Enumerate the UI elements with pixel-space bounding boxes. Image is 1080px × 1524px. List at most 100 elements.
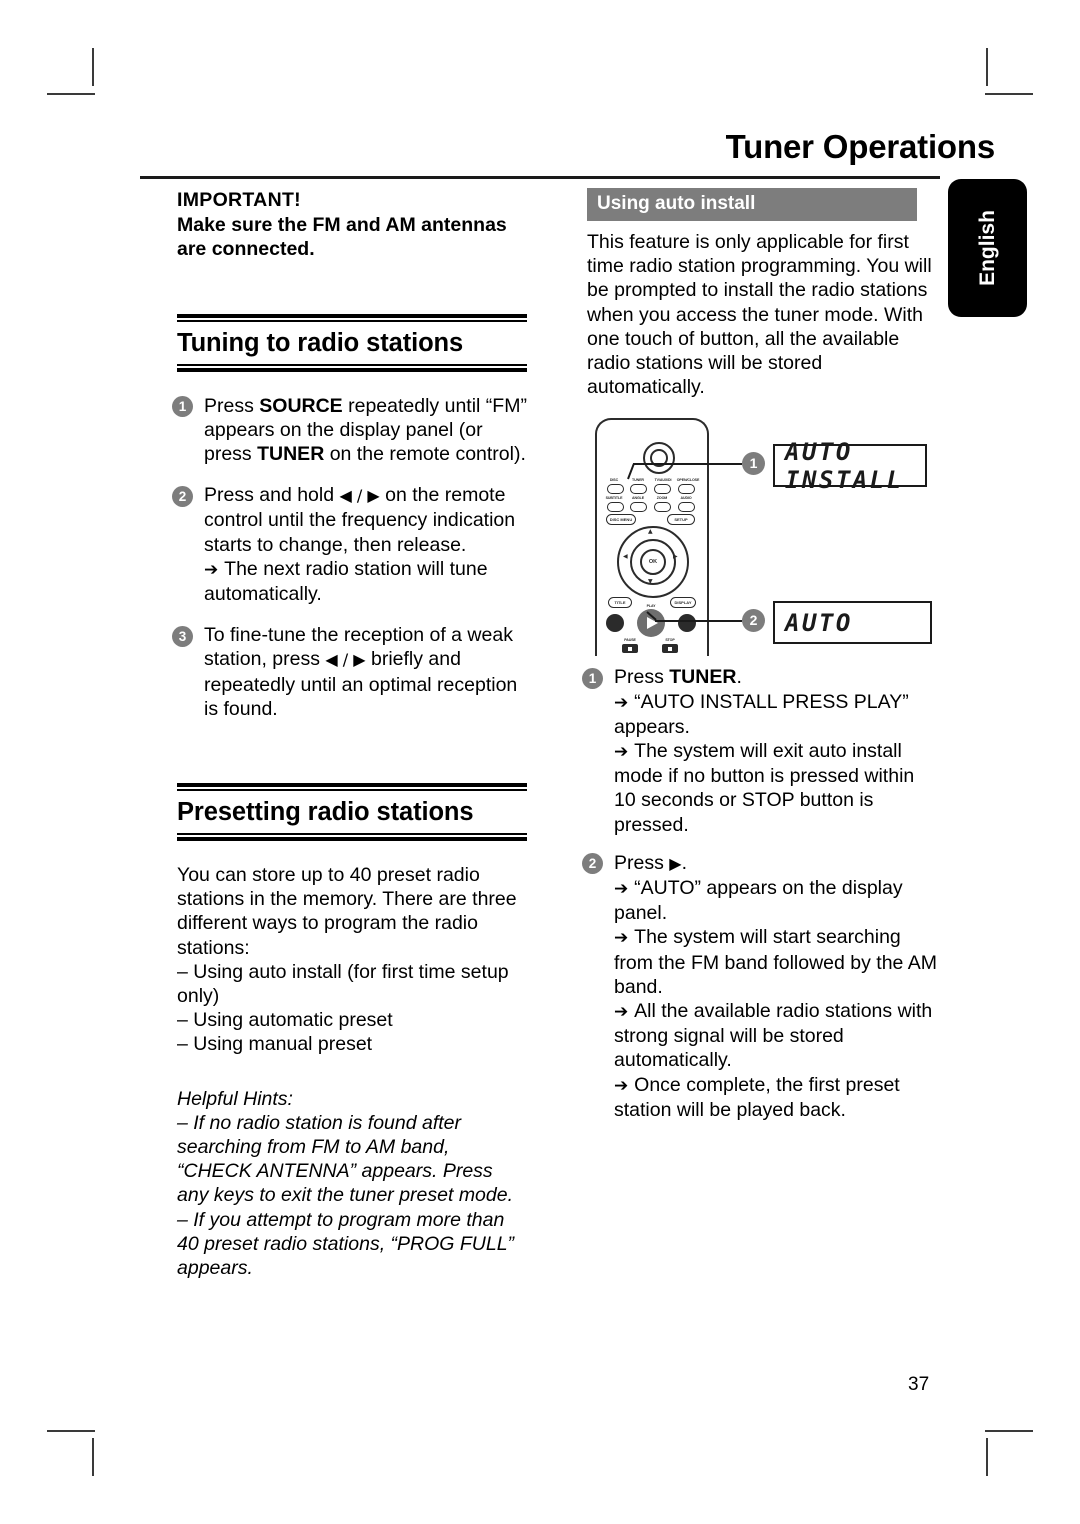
remote-button-disc-menu[interactable]: DISC MENU (606, 514, 636, 525)
remote-button-disc[interactable] (607, 484, 624, 494)
remote-button-open-close[interactable] (678, 484, 695, 494)
important-heading: IMPORTANT! (177, 189, 301, 211)
callout-number-2: 2 (742, 609, 765, 632)
step-text: Press SOURCE repeatedly until “FM” appea… (204, 395, 527, 465)
step-note: ➔ All the available radio stations with … (614, 999, 937, 1073)
step-item: 2 Press and hold ◀ / ▶ on the remote cont… (172, 483, 527, 606)
title-divider (140, 176, 940, 179)
remote-label-disc: DISC (609, 478, 619, 482)
step-text: Press TUNER. (614, 666, 742, 688)
section-presetting-heading: Presetting radio stations (177, 782, 527, 841)
nav-left-icon[interactable]: ◀ (623, 553, 628, 560)
callout-leader-1 (633, 463, 742, 465)
section-tuning-heading: Tuning to radio stations (177, 313, 527, 372)
step-note-text: All the available radio stations with st… (614, 1000, 933, 1072)
list-item: – Using automatic preset (177, 1009, 393, 1032)
arrow-right-icon: ➔ (614, 1075, 635, 1096)
crop-mark-bottom-right-h (985, 1430, 1033, 1432)
lcd-display-2-text: AUTO (785, 608, 853, 637)
step-item: 1 Press TUNER. ➔ “AUTO INSTALL PRESS PLAY”… (582, 665, 937, 837)
step-text-run: . (681, 851, 687, 874)
crop-mark-top-left-v (92, 48, 94, 86)
step-text-run: ▶ (669, 853, 682, 873)
remote-button-pause[interactable] (622, 644, 638, 653)
step-text-run: . (736, 666, 742, 689)
power-icon (643, 442, 675, 474)
hints-heading: Helpful Hints: (177, 1087, 293, 1110)
step-number-badge: 1 (172, 396, 193, 417)
list-item: – Using auto install (for first time set… (177, 960, 509, 1007)
section-rule-top (177, 313, 527, 322)
lcd-display-1: AUTO INSTALL (773, 438, 927, 494)
manual-page: Tuner Operations English IMPORTANT! Make… (0, 0, 1080, 1524)
remote-button-angle[interactable] (630, 502, 647, 512)
important-line-1: Make sure the FM and AM antennas (177, 213, 507, 236)
step-number-badge: 2 (582, 853, 603, 875)
remote-button-audio[interactable] (678, 502, 695, 512)
crop-mark-top-right-v (986, 48, 988, 86)
step-text-run: on the remote control). (324, 442, 526, 465)
remote-label-play: PLAY (646, 604, 656, 608)
arrow-right-icon: ➔ (614, 928, 635, 949)
page-title: Tuner Operations (725, 128, 996, 165)
helpful-hints: Helpful Hints: – If no radio station is … (177, 1087, 527, 1281)
step-text: To fine-tune the reception of a weak sta… (204, 624, 517, 720)
nav-right-icon[interactable]: ▶ (673, 553, 678, 560)
remote-button-prev[interactable] (606, 614, 624, 632)
important-notice: IMPORTANT! Make sure the FM and AM anten… (177, 188, 527, 262)
language-tab-label: English (975, 210, 999, 286)
nav-down-icon[interactable]: ▼ (648, 578, 653, 585)
remote-label-pause: PAUSE (624, 638, 636, 642)
remote-label-open-close: OPEN/CLOSE (676, 478, 700, 482)
step-text-run: Press and hold (204, 484, 340, 507)
remote-button-subtitle[interactable] (607, 502, 624, 512)
step-text-run: ◀ / ▶ (339, 486, 380, 506)
remote-button-stop[interactable] (662, 644, 678, 653)
arrow-right-icon: ➔ (614, 692, 635, 713)
step-note: ➔ The system will exit auto install mode… (614, 739, 937, 837)
remote-button-display[interactable]: DISPLAY (670, 597, 696, 608)
step-item: 1 Press SOURCE repeatedly until “FM” appe… (172, 394, 527, 467)
remote-button-setup[interactable]: SETUP (667, 514, 695, 525)
remote-label-angle: ANGLE (631, 496, 645, 500)
nav-up-icon[interactable]: ▲ (648, 528, 653, 535)
remote-button-zoom[interactable] (654, 502, 671, 512)
presetting-options-list: – Using auto install (for first time set… (177, 960, 527, 1057)
step-note-text: The next radio station will tune automat… (204, 557, 488, 605)
crop-mark-bottom-right-v (986, 1438, 988, 1476)
presetting-intro: You can store up to 40 preset radio stat… (177, 863, 517, 959)
remote-control-figure: DISC TUNER TV/AUX/DI OPEN/CLOSE SUBTITLE… (587, 412, 937, 656)
page-number: 37 (908, 1374, 930, 1395)
step-item: 2 Press ▶. ➔ “AUTO” appears on the display… (582, 851, 937, 1122)
step-number-badge: 1 (582, 667, 603, 689)
remote-button-tv-aux[interactable] (654, 484, 671, 494)
step-emphasis: TUNER (257, 442, 325, 465)
left-column: IMPORTANT! Make sure the FM and AM anten… (172, 188, 527, 1281)
step-item: 3 To fine-tune the reception of a weak st… (172, 623, 527, 721)
step-note-text: The system will start searching from the… (614, 926, 937, 998)
callout-leader-2 (655, 620, 742, 622)
arrow-right-icon: ➔ (614, 742, 635, 763)
hint-item: – If you attempt to program more than 40… (177, 1208, 515, 1279)
callout-number-1: 1 (742, 452, 765, 475)
remote-navigation-pad[interactable]: OK (617, 526, 689, 598)
crop-mark-bottom-left-v (92, 1438, 94, 1476)
step-text: Press and hold ◀ / ▶ on the remote contr… (204, 484, 515, 555)
step-text-run: Press (204, 394, 260, 417)
lcd-display-1-text: AUTO INSTALL (785, 437, 904, 494)
remote-button-ok[interactable]: OK (640, 549, 666, 575)
remote-button-tuner[interactable] (630, 484, 647, 494)
auto-install-steps-list: 1 Press TUNER. ➔ “AUTO INSTALL PRESS PLAY”… (582, 665, 937, 1122)
remote-button-next[interactable] (678, 614, 696, 632)
subhead-using-auto-install: Using auto install (587, 188, 917, 221)
language-tab: English (948, 179, 1027, 317)
step-note: ➔ Once complete, the first preset statio… (614, 1073, 937, 1122)
crop-mark-top-right-h (985, 93, 1033, 95)
step-note-text: Once complete, the first preset station … (614, 1073, 900, 1121)
step-note: ➔ The next radio station will tune autom… (204, 557, 527, 606)
tuning-steps-list: 1 Press SOURCE repeatedly until “FM” appe… (172, 394, 527, 721)
hint-item: – If no radio station is found after sea… (177, 1111, 514, 1207)
step-emphasis: TUNER (669, 666, 737, 689)
remote-button-title[interactable]: TITLE (608, 597, 632, 608)
arrow-right-icon: ➔ (614, 1002, 635, 1023)
